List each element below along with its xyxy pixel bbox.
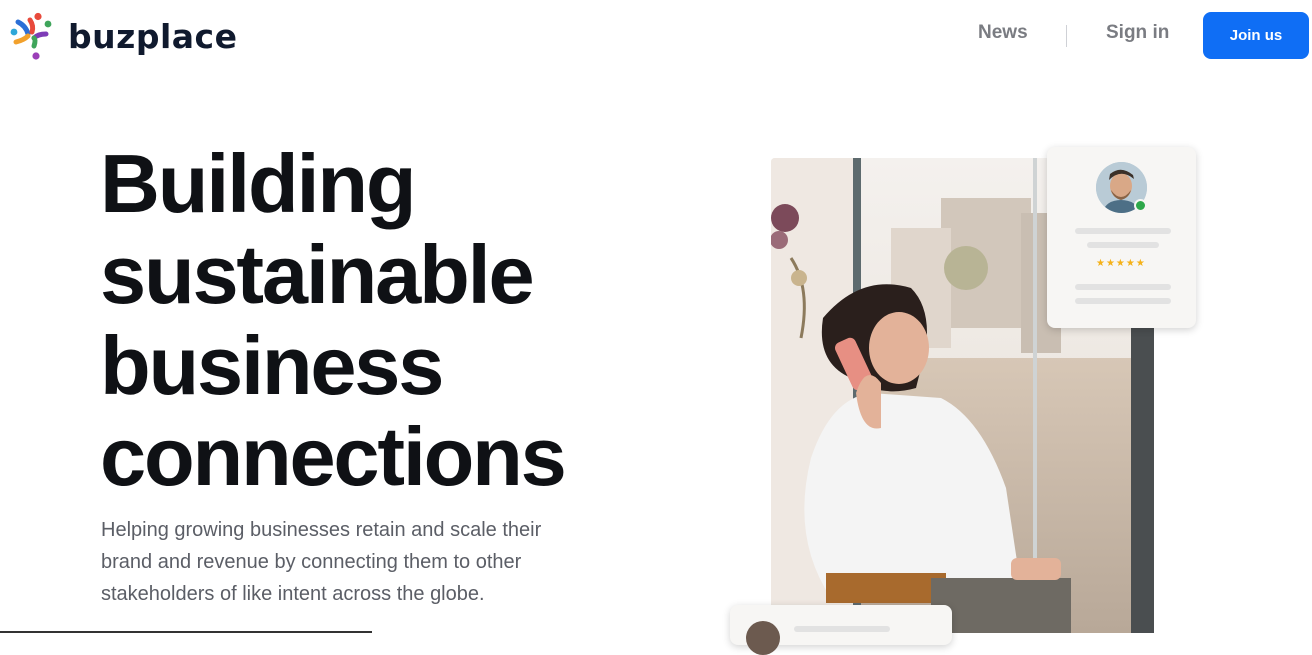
secondary-review-card	[730, 605, 952, 655]
star-rating-icon: ★★★★★	[1096, 258, 1146, 269]
hero-title-line: sustainable	[100, 228, 535, 321]
online-status-dot	[1134, 199, 1147, 212]
placeholder-line	[1087, 242, 1159, 248]
placeholder-line	[794, 626, 890, 632]
placeholder-line	[1075, 298, 1171, 304]
placeholder-line	[1075, 228, 1171, 234]
site-header: buzplace News Sign in Join us	[0, 0, 1312, 72]
reviewer-avatar	[746, 621, 780, 655]
buzplace-logo-icon	[10, 12, 52, 60]
hero-title-line: business	[100, 319, 444, 412]
nav-divider	[1066, 25, 1067, 47]
hero-title-line: connections	[100, 410, 567, 503]
join-us-button[interactable]: Join us	[1203, 12, 1309, 59]
nav-news-link[interactable]: News	[978, 22, 1028, 44]
review-card: ★★★★★	[1047, 147, 1196, 328]
hero-title: Building sustainable business connection…	[100, 138, 660, 502]
nav-sign-in-link[interactable]: Sign in	[1106, 22, 1169, 44]
placeholder-line	[1075, 284, 1171, 290]
hero-title-line: Building	[100, 137, 417, 230]
hero-subtitle: Helping growing businesses retain and sc…	[101, 519, 542, 605]
brand-name: buzplace	[68, 16, 238, 56]
brand-logo-link[interactable]: buzplace	[8, 12, 237, 60]
